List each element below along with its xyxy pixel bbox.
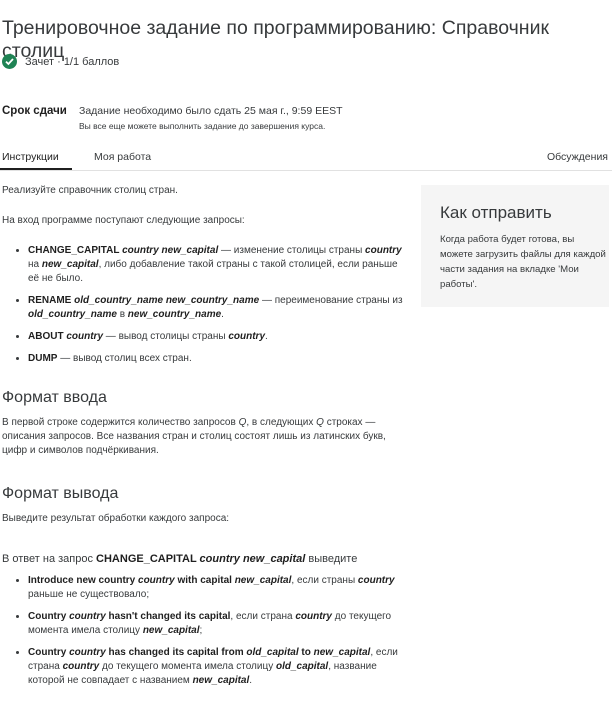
instructions-content: Реализуйте справочник столиц стран. На в… bbox=[2, 184, 406, 696]
text-run: country bbox=[66, 331, 104, 342]
tab-bar: Инструкции Моя работа Обсуждения bbox=[0, 148, 612, 171]
list-item: ABOUT country — вывод столицы страны cou… bbox=[28, 330, 406, 344]
text-run: раньше не существовало; bbox=[28, 589, 150, 600]
text-run: old_capital bbox=[246, 647, 299, 658]
check-circle-icon bbox=[2, 54, 17, 69]
text-run: country new_capital bbox=[199, 553, 306, 565]
tab-my-work[interactable]: Моя работа bbox=[94, 151, 151, 163]
text-run: new_country_name bbox=[127, 309, 222, 320]
text-run: — изменение столицы страны bbox=[218, 245, 366, 256]
text-run: country bbox=[69, 647, 106, 658]
text-run: hasn't changed its capital bbox=[105, 611, 231, 622]
text-run: old_country_name new_country_name bbox=[74, 295, 260, 306]
text-run: old_capital bbox=[275, 661, 329, 672]
text-run: new_capital bbox=[234, 575, 292, 586]
text-run: CHANGE_CAPITAL bbox=[28, 245, 123, 256]
deadline-note: Вы все еще можете выполнить задание до з… bbox=[79, 121, 326, 131]
text-run: country bbox=[62, 661, 100, 672]
text-run: , если страны bbox=[291, 575, 358, 586]
input-format-heading: Формат ввода bbox=[2, 389, 107, 406]
list-item: DUMP — вывод столиц всех стран. bbox=[28, 352, 406, 366]
text-run: CHANGE_CAPITAL bbox=[96, 553, 200, 565]
text-run: В ответ на запрос bbox=[2, 553, 97, 565]
intro-text: Реализуйте справочник столиц стран. bbox=[2, 185, 178, 196]
text-run: country bbox=[357, 575, 395, 586]
text-run: has changed its capital from bbox=[105, 647, 247, 658]
text-run: country new_capital bbox=[122, 245, 219, 256]
text-run: . bbox=[249, 675, 253, 686]
how-to-submit-panel: Как отправить Когда работа будет готова,… bbox=[421, 185, 609, 307]
commands-list: CHANGE_CAPITAL country new_capital — изм… bbox=[2, 244, 406, 366]
list-item: RENAME old_country_name new_country_name… bbox=[28, 294, 406, 322]
text-run: В первой строке содержится количество за… bbox=[2, 417, 239, 428]
text-run: to bbox=[298, 647, 314, 658]
grade-text: Зачет · 1/1 баллов bbox=[25, 55, 120, 68]
text-run: Q bbox=[316, 417, 324, 428]
text-run: country bbox=[138, 575, 175, 586]
text-run: country bbox=[69, 611, 106, 622]
text-run: Country bbox=[28, 647, 70, 658]
text-run: RENAME bbox=[28, 295, 75, 306]
list-item: Country country hasn't changed its capit… bbox=[28, 610, 406, 638]
text-run: — вывод столицы страны bbox=[103, 331, 229, 342]
text-run: country bbox=[365, 245, 402, 256]
text-run: — переименование страны из bbox=[259, 295, 403, 306]
text-run: new_capital bbox=[41, 259, 99, 270]
text-run: , в следующих bbox=[246, 417, 317, 428]
text-run: new_capital bbox=[142, 625, 200, 636]
text-run: ABOUT bbox=[28, 331, 67, 342]
text-run: , если страна bbox=[230, 611, 296, 622]
sidebar-title: Как отправить bbox=[440, 203, 552, 222]
text-run: new_capital bbox=[313, 647, 371, 658]
list-item: CHANGE_CAPITAL country new_capital — изм… bbox=[28, 244, 406, 286]
text-run: new_capital bbox=[192, 675, 250, 686]
sidebar-text: Когда работа будет готова, вы можете заг… bbox=[440, 234, 606, 290]
list-item: Introduce new country country with capit… bbox=[28, 574, 406, 602]
tab-discussions[interactable]: Обсуждения bbox=[547, 151, 608, 163]
text-run: Introduce new country bbox=[28, 575, 139, 586]
deadline-label: Срок сдачи bbox=[2, 105, 67, 117]
text-run: . bbox=[265, 331, 268, 342]
text-run: выведите bbox=[305, 553, 358, 565]
text-run: ; bbox=[199, 625, 203, 636]
active-tab-indicator bbox=[0, 168, 72, 170]
text-run: — вывод столиц всех стран. bbox=[57, 353, 192, 364]
requests-intro: На вход программе поступают следующие за… bbox=[2, 215, 245, 226]
output-format-heading: Формат вывода bbox=[2, 485, 119, 502]
change-capital-intro: В ответ на запрос CHANGE_CAPITAL country… bbox=[2, 552, 406, 566]
input-format-text: В первой строке содержится количество за… bbox=[2, 416, 406, 458]
list-item: Country country has changed its capital … bbox=[28, 646, 406, 688]
text-run: DUMP bbox=[28, 353, 58, 364]
text-run: country bbox=[295, 611, 332, 622]
grade-status: Зачет · 1/1 баллов bbox=[2, 54, 119, 69]
text-run: country bbox=[228, 331, 266, 342]
text-run: до текущего момента имела столицу bbox=[99, 661, 276, 672]
output-format-text: Выведите результат обработки каждого зап… bbox=[2, 513, 230, 524]
text-run: . bbox=[221, 309, 224, 320]
deadline-text: Задание необходимо было сдать 25 мая г.,… bbox=[79, 105, 343, 117]
responses-list: Introduce new country country with capit… bbox=[2, 574, 406, 688]
text-run: Country bbox=[28, 611, 70, 622]
text-run: with capital bbox=[174, 575, 235, 586]
tab-instructions[interactable]: Инструкции bbox=[2, 151, 59, 163]
text-run: old_country_name bbox=[28, 309, 117, 320]
text-run: на bbox=[28, 259, 42, 270]
text-run: в bbox=[116, 309, 128, 320]
